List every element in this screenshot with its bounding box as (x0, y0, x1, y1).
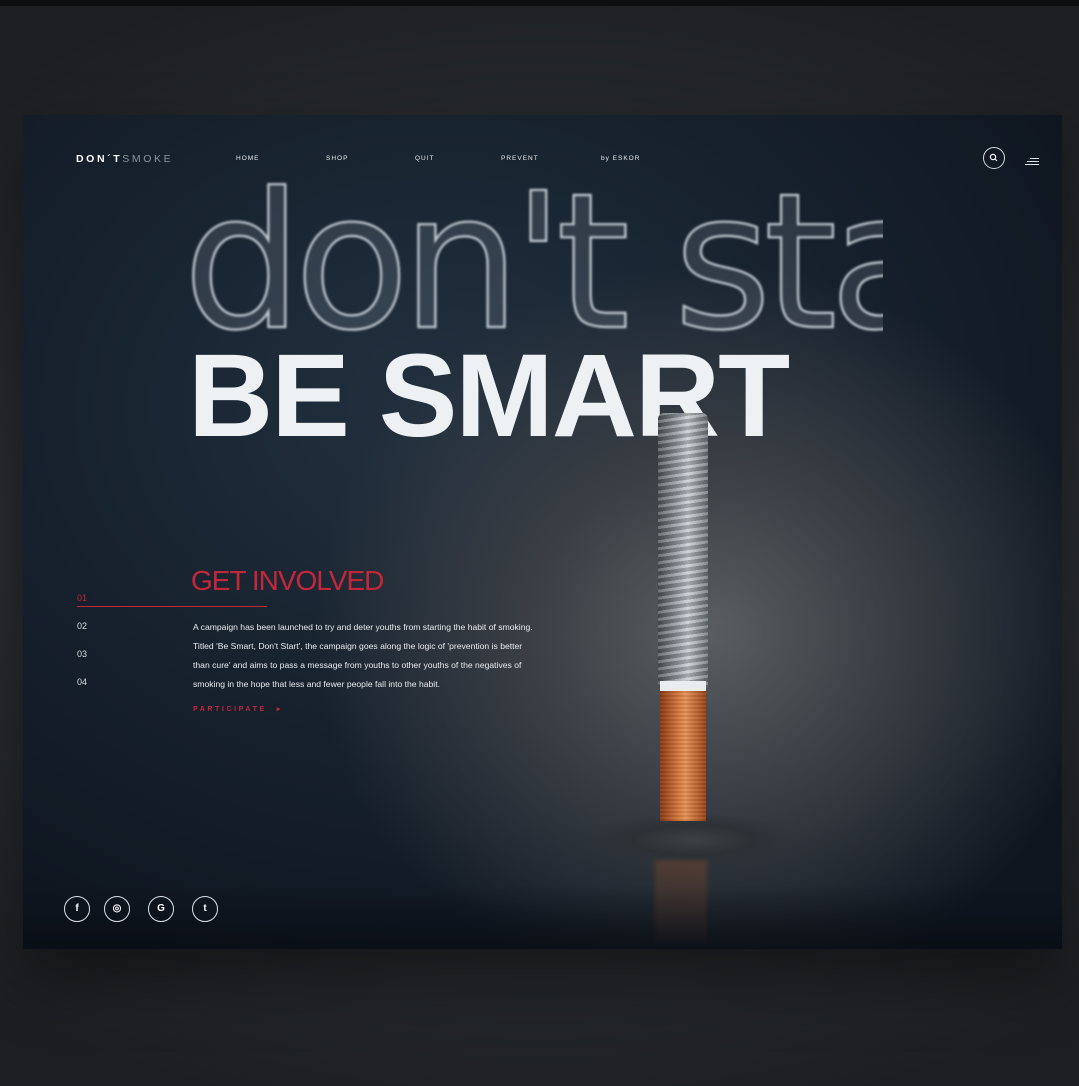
cigarette-filter (660, 691, 706, 821)
logo-light: SMOKE (122, 153, 174, 165)
search-icon (989, 153, 998, 162)
nav-prevent[interactable]: PREVENT (501, 155, 539, 162)
participate-label: PARTICIPATE (193, 706, 267, 713)
cigarette-ash (658, 413, 708, 688)
arrow-right-icon: ▸ (276, 706, 283, 713)
nav-shop[interactable]: SHOP (326, 155, 348, 162)
hero-frame: DON´TSMOKE HOME SHOP QUIT PREVENT by ESK… (23, 115, 1062, 949)
brand-logo[interactable]: DON´TSMOKE (76, 153, 173, 165)
instagram-icon[interactable]: ◎ (104, 896, 130, 922)
section-index-01[interactable]: 01 (77, 593, 87, 603)
body-line: A campaign has been launched to try and … (193, 622, 533, 632)
nav-quit[interactable]: QUIT (415, 155, 435, 162)
cigarette-reflection (655, 860, 707, 949)
hamburger-menu-icon[interactable] (1025, 158, 1039, 168)
body-line: smoking in the hope that less and fewer … (193, 679, 440, 689)
twitter-icon[interactable]: t (192, 896, 218, 922)
body-line: than cure' and aims to pass a message fr… (193, 660, 522, 670)
facebook-icon[interactable]: f (64, 896, 90, 922)
logo-bold: DON´T (76, 153, 123, 165)
smoke-headline-text: don't start (183, 177, 883, 347)
smoke-headline: don't start (183, 177, 883, 347)
section-body: A campaign has been launched to try and … (193, 618, 563, 694)
nav-home[interactable]: HOME (236, 155, 260, 162)
section-index-02[interactable]: 02 (77, 621, 87, 631)
active-index-underline (77, 606, 267, 607)
body-line: Titled 'Be Smart, Don't Start', the camp… (193, 641, 523, 651)
section-index-03[interactable]: 03 (77, 649, 87, 659)
section-title: GET INVOLVED (191, 565, 384, 596)
participate-link[interactable]: PARTICIPATE ▸ (193, 705, 283, 713)
search-button[interactable] (983, 147, 1005, 169)
google-plus-icon[interactable]: G (148, 896, 174, 922)
top-bar (0, 0, 1079, 6)
floor-shadow (23, 885, 1062, 949)
nav-by-eskor[interactable]: by ESKOR (601, 155, 640, 162)
section-index-04[interactable]: 04 (77, 677, 87, 687)
